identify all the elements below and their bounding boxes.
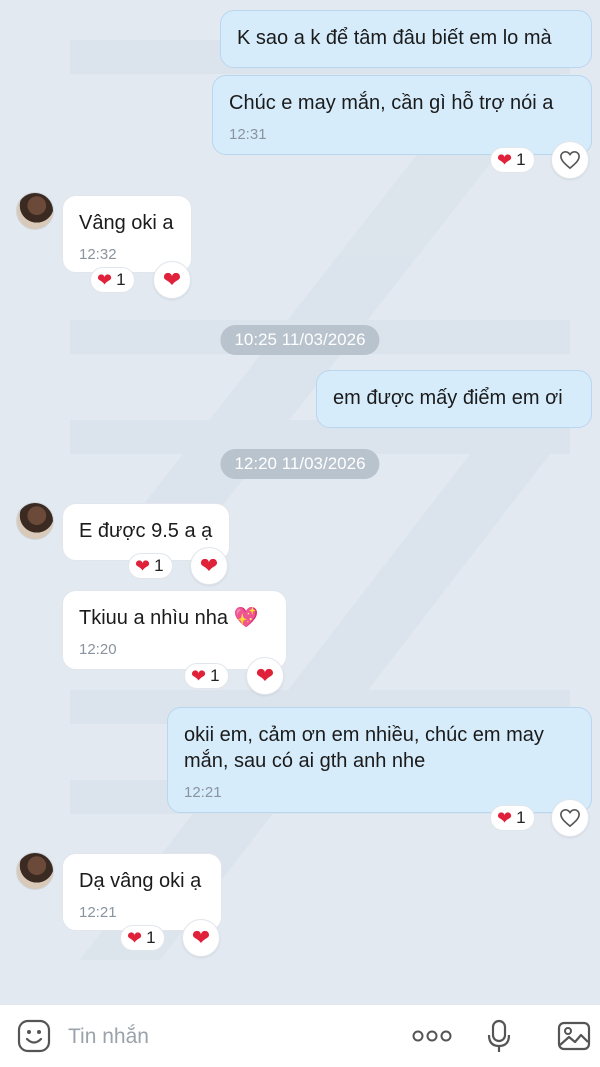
reaction-count[interactable]: ❤ 1 bbox=[490, 805, 535, 831]
message-text: Chúc e may mắn, cần gì hỗ trợ nói a bbox=[229, 92, 554, 114]
more-icon[interactable] bbox=[410, 1018, 454, 1054]
message-text: Vâng oki a bbox=[79, 212, 174, 234]
message-text: Tkiuu a nhìu nha 💖 bbox=[79, 607, 259, 629]
message-time: 12:21 bbox=[79, 904, 117, 921]
message-composer[interactable]: Tin nhắn bbox=[0, 1004, 600, 1067]
reaction-count-value: 1 bbox=[154, 556, 164, 575]
react-heart-outline-button[interactable] bbox=[551, 799, 589, 837]
heart-icon: ❤ bbox=[497, 808, 513, 828]
heart-icon: ❤ bbox=[127, 928, 143, 948]
heart-icon: ❤ bbox=[97, 270, 113, 290]
avatar[interactable] bbox=[16, 192, 54, 230]
message-bubble-received[interactable]: Tkiuu a nhìu nha 💖 12:20 bbox=[62, 590, 287, 670]
message-bubble-sent[interactable]: em được mấy điểm em ơi bbox=[316, 370, 592, 428]
react-heart-button[interactable]: ❤ bbox=[190, 547, 228, 585]
react-heart-button[interactable]: ❤ bbox=[246, 657, 284, 695]
heart-icon: ❤ bbox=[255, 663, 275, 688]
chat-thread[interactable]: K sao a k để tâm đâu biết em lo mà Chúc … bbox=[0, 0, 600, 1004]
reaction-count[interactable]: ❤ 1 bbox=[184, 663, 229, 689]
avatar[interactable] bbox=[16, 502, 54, 540]
message-bubble-sent[interactable]: K sao a k để tâm đâu biết em lo mà bbox=[220, 10, 592, 68]
emoji-icon[interactable] bbox=[16, 1018, 52, 1054]
reaction-count-value: 1 bbox=[210, 666, 220, 685]
message-bubble-sent[interactable]: okii em, cảm ơn em nhiều, chúc em may mắ… bbox=[167, 707, 592, 813]
reaction-count[interactable]: ❤ 1 bbox=[90, 267, 135, 293]
heart-icon: ❤ bbox=[199, 553, 219, 578]
microphone-icon[interactable] bbox=[484, 1018, 514, 1054]
heart-outline-icon bbox=[560, 808, 580, 828]
message-time: 12:21 bbox=[184, 784, 222, 801]
reaction-count-value: 1 bbox=[116, 270, 126, 289]
reaction-count-value: 1 bbox=[516, 808, 526, 827]
avatar[interactable] bbox=[16, 852, 54, 890]
date-separator: 12:20 11/03/2026 bbox=[220, 449, 380, 479]
message-time: 12:20 bbox=[79, 641, 117, 658]
message-text: K sao a k để tâm đâu biết em lo mà bbox=[237, 27, 552, 49]
heart-icon: ❤ bbox=[135, 556, 151, 576]
message-text: Dạ vâng oki ạ bbox=[79, 870, 202, 892]
reaction-count[interactable]: ❤ 1 bbox=[128, 553, 173, 579]
message-input[interactable]: Tin nhắn bbox=[68, 1025, 149, 1049]
date-separator: 10:25 11/03/2026 bbox=[220, 325, 380, 355]
react-heart-outline-button[interactable] bbox=[551, 141, 589, 179]
reaction-count-value: 1 bbox=[516, 150, 526, 169]
react-heart-button[interactable]: ❤ bbox=[182, 919, 220, 957]
heart-icon: ❤ bbox=[191, 925, 211, 950]
reaction-count-value: 1 bbox=[146, 928, 156, 947]
message-time: 12:31 bbox=[229, 126, 267, 143]
reaction-count[interactable]: ❤ 1 bbox=[120, 925, 165, 951]
heart-icon: ❤ bbox=[497, 150, 513, 170]
message-bubble-sent[interactable]: Chúc e may mắn, cần gì hỗ trợ nói a 12:3… bbox=[212, 75, 592, 155]
message-time: 12:32 bbox=[79, 246, 117, 263]
heart-icon: ❤ bbox=[162, 267, 182, 292]
image-icon[interactable] bbox=[556, 1018, 592, 1054]
message-text: okii em, cảm ơn em nhiều, chúc em may mắ… bbox=[184, 724, 544, 772]
message-text: em được mấy điểm em ơi bbox=[333, 387, 563, 409]
react-heart-button[interactable]: ❤ bbox=[153, 261, 191, 299]
heart-icon: ❤ bbox=[191, 666, 207, 686]
reaction-count[interactable]: ❤ 1 bbox=[490, 147, 535, 173]
heart-outline-icon bbox=[560, 150, 580, 170]
message-text: E được 9.5 a ạ bbox=[79, 520, 213, 542]
